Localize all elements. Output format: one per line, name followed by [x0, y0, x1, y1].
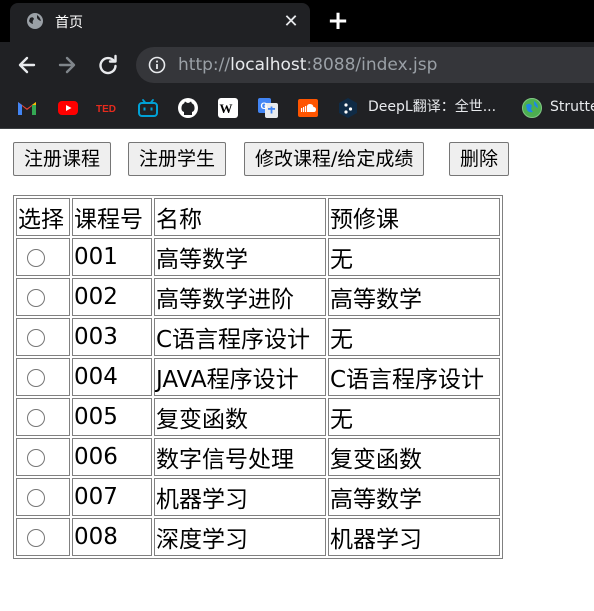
browser-toolbar: http://localhost:8088/index.jsp [0, 42, 594, 90]
course-name-cell: C语言程序设计 [154, 318, 326, 356]
url-scheme: http:// [178, 55, 231, 75]
select-cell [16, 278, 70, 316]
course-name-cell: 深度学习 [154, 518, 326, 556]
table-row: 004 JAVA程序设计 C语言程序设计 [16, 358, 500, 396]
select-cell [16, 478, 70, 516]
prerequisite-cell: 无 [328, 238, 500, 276]
select-cell [16, 398, 70, 436]
gmail-icon[interactable] [16, 97, 38, 119]
course-id-cell: 004 [72, 358, 152, 396]
modify-course-button[interactable]: 修改课程/给定成绩 [244, 142, 425, 176]
row-radio[interactable] [27, 448, 45, 467]
bookmark-deepl-label[interactable]: DeepL翻译：全世... [368, 98, 496, 116]
svg-text:G: G [261, 101, 268, 111]
header-prerequisite: 预修课 [328, 198, 500, 236]
course-name-cell: 复变函数 [154, 398, 326, 436]
course-id-cell: 007 [72, 478, 152, 516]
prerequisite-cell: 高等数学 [328, 478, 500, 516]
table-header-row: 选择 课程号 名称 预修课 [16, 198, 500, 236]
info-icon[interactable] [148, 56, 166, 74]
course-id-cell: 006 [72, 438, 152, 476]
table-row: 003 C语言程序设计 无 [16, 318, 500, 356]
tab-title: 首页 [55, 15, 83, 31]
course-id-cell: 001 [72, 238, 152, 276]
bilibili-icon[interactable] [137, 97, 159, 119]
course-id-cell: 008 [72, 518, 152, 556]
google-translate-icon[interactable]: G [257, 97, 279, 119]
course-table: 选择 课程号 名称 预修课 001 高等数学 无 002 高等数学进阶 高等数学 [13, 195, 503, 559]
course-name-cell: 高等数学 [154, 238, 326, 276]
forward-arrow-icon[interactable] [52, 50, 82, 80]
tab-strip: 首页 ✕ + [0, 0, 594, 42]
globe-icon [27, 13, 43, 29]
course-name-cell: 高等数学进阶 [154, 278, 326, 316]
deepl-icon[interactable] [338, 97, 358, 119]
select-cell [16, 358, 70, 396]
close-icon[interactable]: ✕ [280, 11, 302, 33]
page-content: 注册课程 注册学生 修改课程/给定成绩 删除 选择 课程号 名称 预修课 001… [0, 129, 594, 611]
row-radio[interactable] [27, 328, 45, 347]
select-cell [16, 318, 70, 356]
wikipedia-icon[interactable]: W [217, 97, 239, 119]
header-name: 名称 [154, 198, 326, 236]
tab-home[interactable]: 首页 ✕ [10, 3, 310, 42]
back-arrow-icon[interactable] [12, 50, 42, 80]
table-row: 005 复变函数 无 [16, 398, 500, 436]
delete-button[interactable]: 删除 [449, 142, 510, 176]
course-name-cell: 机器学习 [154, 478, 326, 516]
course-name-cell: 数字信号处理 [154, 438, 326, 476]
header-course-id: 课程号 [72, 198, 152, 236]
bookmarks-bar: TED W G DeepL翻译：全世... Strutte [0, 90, 594, 129]
table-row: 002 高等数学进阶 高等数学 [16, 278, 500, 316]
register-student-button[interactable]: 注册学生 [128, 142, 227, 176]
row-radio[interactable] [27, 248, 45, 267]
prerequisite-cell: 复变函数 [328, 438, 500, 476]
course-id-cell: 005 [72, 398, 152, 436]
row-radio[interactable] [27, 408, 45, 427]
course-name-cell: JAVA程序设计 [154, 358, 326, 396]
soundcloud-icon[interactable] [297, 97, 319, 119]
url-text[interactable]: http://localhost:8088/index.jsp [178, 55, 437, 75]
register-course-button[interactable]: 注册课程 [13, 142, 112, 176]
svg-text:TED: TED [96, 104, 116, 115]
ted-icon[interactable]: TED [96, 97, 120, 119]
bookmark-strutter-label[interactable]: Strutte [550, 98, 594, 116]
address-bar[interactable]: http://localhost:8088/index.jsp [136, 47, 594, 83]
reload-icon[interactable] [93, 50, 123, 80]
row-radio[interactable] [27, 288, 45, 307]
prerequisite-cell: 高等数学 [328, 278, 500, 316]
svg-text:W: W [220, 101, 233, 116]
course-id-cell: 003 [72, 318, 152, 356]
table-row: 007 机器学习 高等数学 [16, 478, 500, 516]
row-radio[interactable] [27, 488, 45, 507]
prerequisite-cell: 无 [328, 318, 500, 356]
row-radio[interactable] [27, 368, 45, 387]
row-radio[interactable] [27, 528, 45, 547]
new-tab-button[interactable]: + [324, 8, 352, 36]
prerequisite-cell: 机器学习 [328, 518, 500, 556]
table-row: 006 数字信号处理 复变函数 [16, 438, 500, 476]
prerequisite-cell: 无 [328, 398, 500, 436]
github-icon[interactable] [177, 97, 199, 119]
strutter-icon[interactable] [521, 97, 543, 119]
url-path: :8088/index.jsp [306, 55, 438, 75]
course-id-cell: 002 [72, 278, 152, 316]
url-host: localhost [230, 55, 307, 75]
youtube-icon[interactable] [57, 97, 79, 119]
header-select: 选择 [16, 198, 70, 236]
select-cell [16, 518, 70, 556]
table-row: 001 高等数学 无 [16, 238, 500, 276]
prerequisite-cell: C语言程序设计 [328, 358, 500, 396]
select-cell [16, 238, 70, 276]
table-row: 008 深度学习 机器学习 [16, 518, 500, 556]
select-cell [16, 438, 70, 476]
